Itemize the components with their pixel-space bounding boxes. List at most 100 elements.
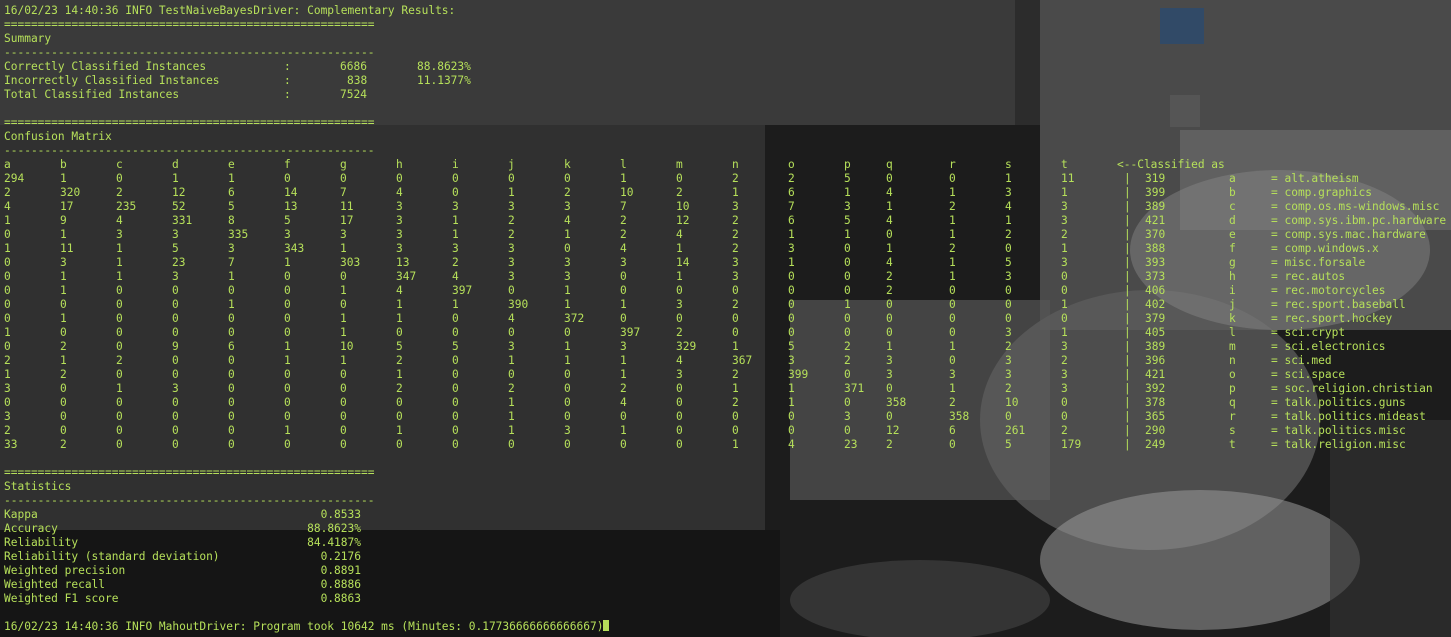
matrix-cell: 3 [886,368,893,381]
matrix-pipe-divider: | [1124,228,1131,241]
matrix-cell: 1 [949,256,956,269]
matrix-cell: 12 [172,186,186,199]
matrix-cell: 2 [116,354,123,367]
matrix-cell: 14 [284,186,298,199]
matrix-cell: 3 [452,242,459,255]
statistic-label: Weighted F1 score [4,592,119,605]
matrix-cell: 1 [732,340,739,353]
matrix-cell: 358 [949,410,970,423]
matrix-cell: 1 [284,256,291,269]
terminal-cursor [603,620,610,631]
matrix-cell: 0 [1061,312,1068,325]
matrix-cell: 10 [676,200,690,213]
matrix-cell: 0 [172,298,179,311]
matrix-row-letter: a [1229,172,1236,185]
matrix-column-header: q [886,158,893,171]
matrix-cell: 0 [4,396,11,409]
matrix-cell: 3 [1005,354,1012,367]
matrix-cell: 0 [4,270,11,283]
matrix-row-letter: g [1229,256,1236,269]
matrix-cell: 2 [732,368,739,381]
matrix-cell: 0 [116,396,123,409]
footer-log-line: 16/02/23 14:40:36 INFO MahoutDriver: Pro… [4,620,610,634]
matrix-cell: 1 [1005,172,1012,185]
matrix-cell: 1 [732,382,739,395]
matrix-cell: 6 [228,340,235,353]
matrix-cell: 0 [676,382,683,395]
matrix-cell: 2 [620,382,627,395]
matrix-cell: 2 [564,186,571,199]
matrix-cell: 17 [60,200,74,213]
matrix-row-class-name: = soc.religion.christian [1271,382,1433,395]
matrix-cell: 4 [886,214,893,227]
matrix-cell: 2 [1005,228,1012,241]
matrix-row-class-name: = misc.forsale [1271,256,1366,269]
matrix-cell: 9 [172,340,179,353]
matrix-cell: 3 [508,270,515,283]
matrix-cell: 0 [508,326,515,339]
matrix-row-class-name: = rec.sport.hockey [1271,312,1393,325]
matrix-column-header: c [116,158,123,171]
matrix-cell: 0 [886,312,893,325]
matrix-cell: 2 [60,438,67,451]
matrix-cell: 372 [564,312,585,325]
matrix-cell: 3 [788,354,795,367]
matrix-cell: 52 [172,200,186,213]
matrix-cell: 1 [172,172,179,185]
matrix-column-header: e [228,158,235,171]
matrix-cell: 0 [452,410,459,423]
matrix-cell: 2 [732,298,739,311]
matrix-row-total: 249 [1145,438,1166,451]
matrix-cell: 0 [284,270,291,283]
matrix-cell: 0 [886,228,893,241]
matrix-column-header: l [620,158,627,171]
matrix-row-letter: m [1229,340,1236,353]
matrix-cell: 0 [340,270,347,283]
matrix-cell: 0 [788,298,795,311]
matrix-cell: 2 [732,172,739,185]
matrix-cell: 0 [564,172,571,185]
matrix-cell: 331 [172,214,193,227]
footer-text: 16/02/23 14:40:36 INFO MahoutDriver: Pro… [4,620,604,633]
matrix-row-total: 421 [1145,368,1166,381]
matrix-cell: 0 [116,298,123,311]
matrix-cell: 1 [508,424,515,437]
matrix-row-total: 378 [1145,396,1166,409]
matrix-cell: 0 [452,312,459,325]
matrix-cell: 6 [949,424,956,437]
matrix-cell: 0 [452,396,459,409]
statistic-value: 0.8891 [320,564,361,577]
matrix-cell: 1 [340,326,347,339]
matrix-cell: 1 [949,186,956,199]
matrix-cell: 1 [4,242,11,255]
matrix-row-class-name: = comp.sys.mac.hardware [1271,228,1426,241]
matrix-cell: 3 [452,200,459,213]
matrix-cell: 1 [620,298,627,311]
matrix-cell: 6 [788,186,795,199]
matrix-cell: 11 [60,242,74,255]
terminal-output: 16/02/23 14:40:36 INFO TestNaiveBayesDri… [0,0,1451,637]
matrix-cell: 0 [340,172,347,185]
matrix-column-header: m [676,158,683,171]
matrix-row-total: 373 [1145,270,1166,283]
matrix-cell: 0 [60,424,67,437]
statistics-top-separator: ========================================… [4,466,375,479]
matrix-cell: 0 [788,270,795,283]
matrix-cell: 1 [564,228,571,241]
matrix-cell: 1 [949,382,956,395]
matrix-column-header: h [396,158,403,171]
matrix-row-letter: r [1229,410,1236,423]
matrix-row-class-name: = alt.atheism [1271,172,1359,185]
matrix-cell: 4 [620,396,627,409]
matrix-cell: 2 [1061,354,1068,367]
matrix-cell: 358 [886,396,907,409]
matrix-cell: 0 [116,340,123,353]
matrix-cell: 0 [4,312,11,325]
matrix-cell: 0 [844,256,851,269]
matrix-pipe-divider: | [1124,214,1131,227]
matrix-cell: 2 [508,214,515,227]
matrix-cell: 1 [340,242,347,255]
matrix-cell: 2 [620,228,627,241]
matrix-cell: 0 [1061,284,1068,297]
matrix-row-letter: s [1229,424,1236,437]
